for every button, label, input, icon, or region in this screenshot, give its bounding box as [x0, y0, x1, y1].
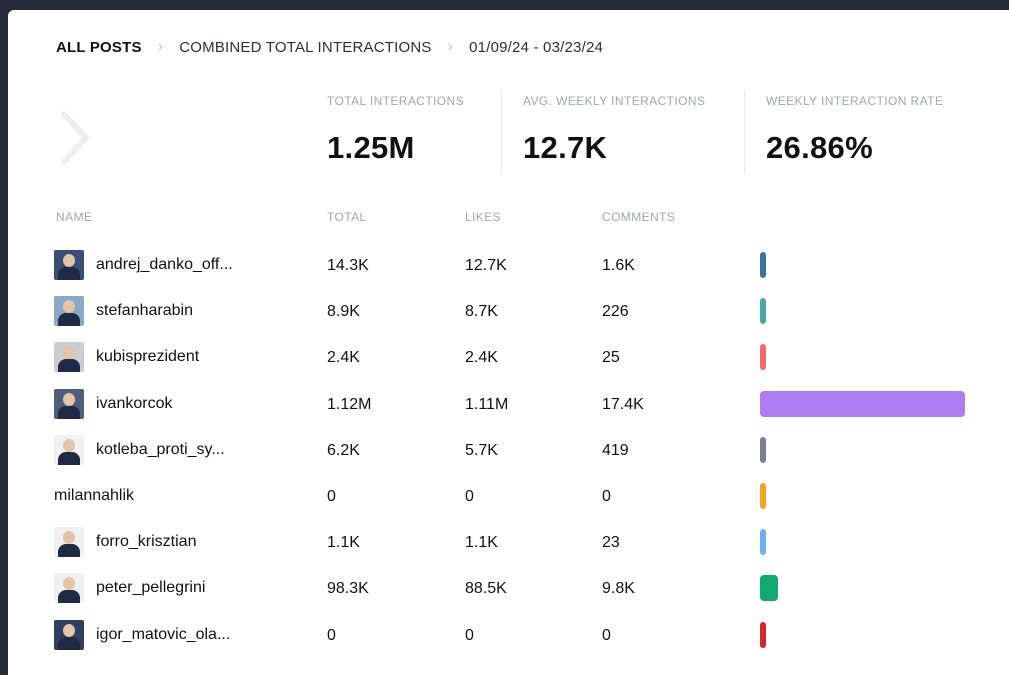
account-cell: milannahlik — [54, 481, 134, 511]
likes-cell: 8.7K — [465, 303, 498, 321]
column-header-likes[interactable]: LIKES — [465, 210, 501, 224]
chevron-right-icon: › — [157, 38, 164, 55]
comments-cell: 0 — [602, 626, 611, 644]
share-bar — [760, 621, 766, 648]
share-bar — [760, 529, 766, 556]
comments-cell: 9.8K — [602, 580, 635, 598]
avatar — [54, 434, 84, 465]
share-bar — [760, 483, 766, 509]
account-cell: kubisprezident — [54, 342, 199, 373]
likes-cell: 12.7K — [465, 257, 507, 274]
table-row[interactable]: peter_pellegrini 98.3K 88.5K 9.8K — [8, 565, 1009, 611]
breadcrumb-date-range: 01/09/24 - 03/23/24 — [469, 38, 604, 56]
table-row[interactable]: kubisprezident 2.4K 2.4K 25 — [8, 334, 1009, 380]
likes-cell: 2.4K — [465, 349, 498, 367]
account-name[interactable]: ivankorcok — [96, 395, 172, 413]
account-cell: stefanharabin — [54, 296, 193, 327]
breadcrumb-all-posts[interactable]: ALL POSTS — [56, 39, 142, 56]
comments-cell: 1.6K — [602, 257, 635, 274]
account-name[interactable]: stefanharabin — [96, 302, 193, 320]
stat-weekly-interaction-rate: WEEKLY INTERACTION RATE 26.86% — [766, 94, 943, 166]
avatar — [54, 342, 84, 373]
table-row[interactable]: ivankorcok 1.12M 1.11M 17.4K — [8, 381, 1009, 427]
stat-avg-weekly-interactions: AVG. WEEKLY INTERACTIONS 12.7K — [523, 94, 705, 166]
account-cell: kotleba_proti_sy... — [54, 434, 225, 465]
avatar — [54, 619, 84, 650]
comments-cell: 17.4K — [602, 395, 644, 413]
interactions-card: ALL POSTS › COMBINED TOTAL INTERACTIONS … — [8, 10, 1009, 675]
column-header-comments[interactable]: COMMENTS — [602, 210, 675, 224]
share-bar — [760, 436, 766, 463]
total-cell: 8.9K — [327, 303, 360, 321]
table-row[interactable]: forro_krisztian 1.1K 1.1K 23 — [8, 519, 1009, 565]
chevron-right-icon[interactable] — [56, 108, 96, 168]
stat-value: 12.7K — [523, 130, 608, 165]
table-row[interactable]: kotleba_proti_sy... 6.2K 5.7K 419 — [8, 427, 1009, 473]
column-header-total[interactable]: TOTAL — [327, 210, 367, 224]
likes-cell: 88.5K — [465, 580, 507, 598]
likes-cell: 0 — [465, 488, 474, 505]
stat-label: AVG. WEEKLY INTERACTIONS — [523, 94, 706, 108]
share-bar — [760, 252, 766, 278]
share-bar — [760, 575, 778, 602]
breadcrumb: ALL POSTS › COMBINED TOTAL INTERACTIONS … — [56, 38, 603, 56]
table-row[interactable]: andrej_danko_off... 14.3K 12.7K 1.6K — [8, 242, 1009, 288]
likes-cell: 1.1K — [465, 534, 498, 552]
divider — [501, 90, 502, 174]
comments-cell: 23 — [602, 534, 620, 552]
share-bar — [760, 390, 965, 417]
table-row[interactable]: stefanharabin 8.9K 8.7K 226 — [8, 288, 1009, 334]
account-cell: peter_pellegrini — [54, 573, 205, 604]
avatar — [54, 573, 84, 604]
likes-cell: 1.11M — [465, 395, 509, 413]
stat-label: WEEKLY INTERACTION RATE — [766, 94, 944, 108]
likes-cell: 0 — [465, 626, 474, 644]
breadcrumb-combined-total[interactable]: COMBINED TOTAL INTERACTIONS — [179, 39, 431, 56]
account-name[interactable]: andrej_danko_off... — [96, 256, 233, 274]
column-header-name[interactable]: NAME — [56, 210, 92, 224]
chevron-right-icon: › — [447, 38, 454, 55]
stat-value: 1.25M — [327, 130, 415, 165]
account-cell: forro_krisztian — [54, 527, 196, 558]
table-row[interactable]: igor_matovic_ola... 0 0 0 — [8, 612, 1009, 658]
account-name[interactable]: peter_pellegrini — [96, 579, 205, 597]
avatar — [54, 388, 84, 419]
account-name[interactable]: forro_krisztian — [96, 533, 196, 551]
stat-total-interactions: TOTAL INTERACTIONS 1.25M — [327, 94, 464, 166]
account-name[interactable]: kotleba_proti_sy... — [96, 441, 225, 459]
likes-cell: 5.7K — [465, 441, 498, 459]
total-cell: 0 — [327, 626, 336, 644]
account-name[interactable]: kubisprezident — [96, 348, 199, 366]
table-row[interactable]: milannahlik 0 0 0 — [8, 473, 1009, 519]
account-name[interactable]: igor_matovic_ola... — [96, 626, 230, 644]
divider — [744, 90, 745, 174]
avatar — [54, 250, 84, 280]
total-cell: 0 — [327, 488, 336, 505]
share-bar — [760, 344, 766, 371]
total-cell: 1.1K — [327, 534, 360, 552]
comments-cell: 226 — [602, 303, 629, 321]
avatar — [54, 527, 84, 558]
total-cell: 1.12M — [327, 395, 372, 413]
stat-label: TOTAL INTERACTIONS — [327, 94, 464, 108]
share-bar — [760, 298, 766, 325]
stat-value: 26.86% — [766, 130, 873, 165]
total-cell: 14.3K — [327, 257, 369, 274]
account-cell: igor_matovic_ola... — [54, 619, 230, 650]
account-cell: ivankorcok — [54, 388, 172, 419]
comments-cell: 419 — [602, 441, 629, 459]
total-cell: 2.4K — [327, 349, 360, 367]
avatar — [54, 296, 84, 327]
total-cell: 6.2K — [327, 441, 360, 459]
comments-cell: 0 — [602, 488, 611, 505]
comments-cell: 25 — [602, 349, 620, 367]
account-name[interactable]: milannahlik — [54, 487, 134, 505]
total-cell: 98.3K — [327, 580, 369, 598]
account-cell: andrej_danko_off... — [54, 250, 233, 280]
